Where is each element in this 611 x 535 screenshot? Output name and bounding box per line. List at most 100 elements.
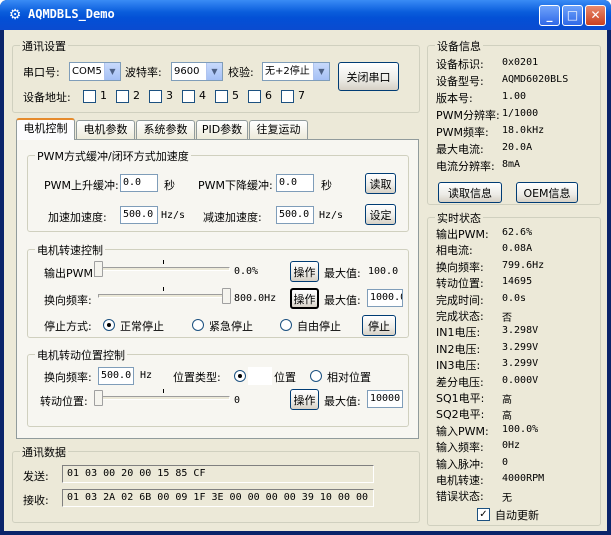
pwm-rise-unit: 秒 (164, 179, 175, 192)
addr-bit-label: 4 (199, 89, 206, 102)
device-info-value: 0x0201 (502, 57, 539, 68)
minimize-button[interactable]: _ (539, 5, 560, 26)
pos-button[interactable]: 操作 (290, 389, 319, 410)
pwm-rise-input[interactable]: 0.0 (120, 174, 158, 192)
pwm-buffer-title: PWM方式缓冲/闭环方式加速度 (35, 148, 191, 164)
tab-reciprocating[interactable]: 往复运动 (249, 120, 308, 140)
addr-bit-checkbox[interactable] (83, 90, 96, 103)
auto-update-label: 自动更新 (495, 509, 539, 522)
pwm-fall-label: PWM下降缓冲: (198, 179, 273, 192)
freq-slider[interactable] (222, 288, 231, 304)
addr-bit-checkbox[interactable] (248, 90, 261, 103)
device-info-title: 设备信息 (435, 38, 483, 54)
app-icon: ⚙ (8, 7, 22, 23)
device-info-label: PWM分辨率: (436, 109, 500, 122)
addr-bit-label: 2 (133, 89, 140, 102)
realtime-value: 62.6% (502, 227, 533, 238)
realtime-label: 完成状态: (436, 310, 484, 323)
send-label: 发送: (23, 470, 49, 483)
baud-select[interactable]: 9600 ▼ (171, 62, 223, 81)
decel-unit: Hz/s (319, 210, 344, 221)
port-select[interactable]: COM5 ▼ (69, 62, 121, 81)
port-label: 串口号: (23, 66, 60, 79)
freq-max-input[interactable]: 1000.0 (367, 289, 403, 307)
realtime-value: 799.6Hz (502, 259, 545, 271)
accel-label: 加速加速度: (48, 211, 107, 224)
title-bar[interactable]: ⚙ AQMDBLS_Demo _ □ ✕ (0, 0, 611, 30)
slider-tick (163, 287, 164, 291)
app-window: ⚙ AQMDBLS_Demo _ □ ✕ 通讯设置 串口号: COM5 ▼ 波特率… (0, 0, 611, 535)
client-area: 通讯设置 串口号: COM5 ▼ 波特率: 9600 ▼ 校验: 无+2停止 ▼ 关闭… (4, 30, 607, 531)
realtime-value: 高 (502, 395, 512, 406)
realtime-label: IN1电压: (436, 326, 481, 340)
accel-unit: Hz/s (161, 210, 186, 221)
realtime-value: 0 (502, 456, 509, 468)
addr-bit-checkbox[interactable] (281, 90, 294, 103)
decel-input[interactable]: 500.0 (276, 206, 314, 224)
pos-label: 转动位置: (40, 395, 88, 408)
realtime-label: 完成时间: (436, 293, 484, 307)
chevron-down-icon: ▼ (104, 63, 120, 80)
pos-relative-label: 相对位置 (327, 371, 371, 384)
auto-update-checkbox[interactable]: ✓ (477, 508, 490, 521)
addr-bit-checkbox[interactable] (182, 90, 195, 103)
addr-bit-checkbox[interactable] (149, 90, 162, 103)
tab-motor-params[interactable]: 电机参数 (76, 120, 135, 140)
pwm-fall-input[interactable]: 0.0 (276, 174, 314, 192)
output-pwm-slider[interactable] (94, 261, 103, 277)
stop-button[interactable]: 停止 (362, 315, 396, 336)
device-info-label: PWM频率: (436, 126, 489, 139)
parity-label: 校验: (228, 66, 254, 79)
pos-slider[interactable] (94, 390, 103, 406)
speed-control-title: 电机转速控制 (35, 242, 105, 258)
addr-bit-checkbox[interactable] (116, 90, 129, 103)
accel-input[interactable]: 500.0 (120, 206, 158, 224)
stop-emergency-radio[interactable] (192, 319, 204, 331)
pwm-set-button[interactable]: 设定 (365, 204, 396, 225)
decel-label: 减速加速度: (203, 211, 262, 224)
oem-info-button[interactable]: OEM信息 (516, 182, 578, 203)
pwm-read-button[interactable]: 读取 (365, 173, 396, 194)
realtime-value: 0.08A (502, 243, 533, 255)
addr-bit-checkbox[interactable] (215, 90, 228, 103)
pos-freq-input[interactable]: 500.0 (98, 367, 134, 385)
stop-normal-radio[interactable] (103, 319, 115, 331)
close-button[interactable]: ✕ (585, 5, 606, 26)
comm-data-title: 通讯数据 (20, 444, 68, 460)
tab-motor-control[interactable]: 电机控制 (16, 118, 75, 140)
stop-free-radio[interactable] (280, 319, 292, 331)
realtime-label: 电机转速: (436, 474, 484, 487)
realtime-label: IN2电压: (436, 342, 481, 356)
position-control-title: 电机转动位置控制 (35, 347, 127, 363)
device-info-value: AQMD6020BLS (502, 74, 569, 85)
tab-system-params[interactable]: 系统参数 (136, 120, 195, 140)
maximize-button[interactable]: □ (562, 5, 583, 26)
pos-absolute-radio[interactable] (234, 370, 246, 382)
device-info-value: 18.0kHz (502, 125, 545, 136)
device-info-value: 1/1000 (502, 108, 539, 119)
device-address-label: 设备地址: (23, 91, 71, 104)
addr-bit-label: 3 (166, 89, 173, 102)
freq-button[interactable]: 操作 (290, 288, 319, 309)
pos-absolute-label: 位置 (274, 371, 296, 384)
realtime-label: 换向频率: (436, 260, 484, 274)
speed-control-group: 电机转速控制 输出PWM: 0.0% 操作 最大值: 100.0 换向频率: 8… (27, 242, 409, 338)
slider-tick (163, 260, 164, 264)
output-pwm-button[interactable]: 操作 (290, 261, 319, 282)
stop-mode-label: 停止方式: (44, 320, 92, 333)
freq-track (98, 294, 230, 298)
read-info-button[interactable]: 读取信息 (438, 182, 502, 203)
pos-max-input[interactable]: 10000 (367, 390, 403, 408)
realtime-status-group: 实时状态 输出PWM: 62.6% 相电流: 0.08A 换向频率: 799.6Hz 转动位… (427, 210, 601, 526)
pos-absolute-input[interactable] (248, 367, 272, 385)
pos-type-label: 位置类型: (173, 371, 221, 384)
pos-relative-radio[interactable] (310, 370, 322, 382)
pos-value: 0 (234, 395, 241, 406)
realtime-value: 0.000V (502, 374, 539, 386)
device-info-group: 设备信息 设备标识: 0x0201 设备型号: AQMD6020BLS 版本号: 1.00… (427, 38, 601, 205)
close-port-button[interactable]: 关闭串口 (338, 62, 399, 91)
pos-freq-label: 换向频率: (44, 371, 92, 384)
tab-pid-params[interactable]: PID参数 (196, 120, 248, 140)
addr-bit-label: 5 (232, 89, 239, 102)
parity-select[interactable]: 无+2停止 ▼ (262, 62, 330, 81)
